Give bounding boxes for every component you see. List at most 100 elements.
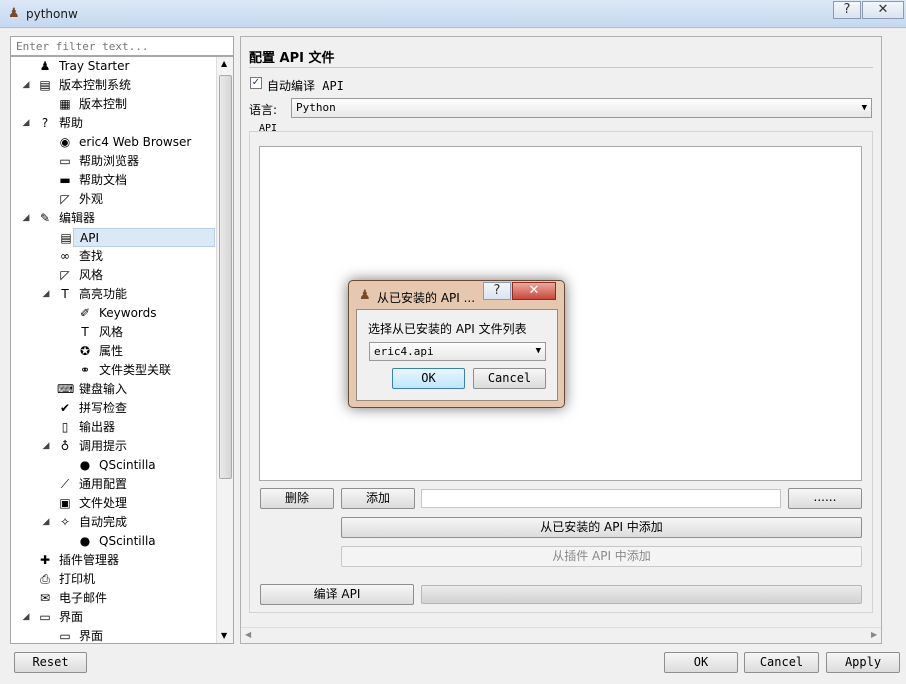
find-icon: ∞ [60, 249, 70, 263]
tree-item[interactable]: ▬ 帮助文档 [11, 171, 216, 190]
tree-item-label: 键盘输入 [79, 382, 128, 396]
tree-item[interactable]: ◢ ▤ 版本控制系统 [11, 76, 216, 95]
cancel-button[interactable]: Cancel [744, 652, 819, 673]
tree-item-label: 文件类型关联 [99, 363, 172, 377]
compile-progress-bar [421, 585, 862, 604]
help-button[interactable]: ? [833, 1, 861, 19]
tree-item-label: eric4 Web Browser [79, 135, 192, 149]
tree-item[interactable]: ✪ 属性 [11, 342, 216, 361]
language-select[interactable]: Python ▼ [291, 98, 872, 118]
installed-api-select[interactable]: eric4.api ▼ [369, 342, 546, 361]
tree-item[interactable]: ◢ ♁ 调用提示 [11, 437, 216, 456]
add-installed-api-button[interactable]: 从已安装的 API 中添加 [341, 517, 862, 538]
tree-item[interactable]: ✐ Keywords [11, 304, 216, 323]
tree-item[interactable]: ▣ 文件处理 [11, 494, 216, 513]
tree-expand-arrow[interactable]: ◢ [41, 513, 51, 532]
tree-expand-arrow[interactable]: ◢ [41, 285, 51, 304]
auto-compile-checkbox[interactable]: ✓ [250, 77, 262, 89]
tree-item[interactable]: ⎙ 打印机 [11, 570, 216, 589]
tree-expand-arrow[interactable]: ◢ [41, 437, 51, 456]
help-browser-icon: ▭ [59, 154, 71, 168]
tree-item[interactable]: ▤ API [60, 228, 215, 247]
tree-item-label: Tray Starter [59, 59, 130, 73]
tree-item-label: QScintilla [99, 458, 156, 472]
tree-item[interactable]: ◢ ▭ 界面 [11, 608, 216, 627]
database-icon: ▤ [39, 78, 51, 92]
dialog-ok-button[interactable]: OK [392, 368, 465, 389]
tree-item[interactable]: ◢ ✧ 自动完成 [11, 513, 216, 532]
add-button[interactable]: 添加 [341, 488, 415, 509]
horizontal-scrollbar[interactable]: ◀ ▶ [241, 627, 881, 643]
chevron-down-icon: ▼ [861, 103, 867, 113]
scroll-up-arrow[interactable]: ▲ [221, 59, 227, 68]
tree-item[interactable]: ♟ Tray Starter [11, 57, 216, 76]
tree-item-label: 风格 [99, 325, 124, 339]
keyboard-icon: ⌨ [57, 382, 75, 396]
api-path-input[interactable] [421, 489, 781, 508]
scroll-left-arrow[interactable]: ◀ [245, 630, 251, 639]
tree-item[interactable]: ◸ 风格 [11, 266, 216, 285]
tree-item[interactable]: ✉ 电子邮件 [11, 589, 216, 608]
ok-button[interactable]: OK [664, 652, 738, 673]
tree-item[interactable]: ⚭ 文件类型关联 [11, 361, 216, 380]
tree-item[interactable]: ▯ 输出器 [11, 418, 216, 437]
reset-button[interactable]: Reset [14, 652, 87, 673]
dialog-body: 选择从已安装的 API 文件列表 eric4.api ▼ OK Cancel [356, 309, 558, 401]
filetypes-icon: ⚭ [79, 363, 91, 377]
apply-button[interactable]: Apply [826, 652, 900, 673]
close-button[interactable]: ✕ [862, 1, 904, 19]
language-value: Python [296, 101, 336, 114]
editor-icon: ✎ [39, 211, 51, 225]
filter-input[interactable] [10, 36, 234, 56]
person-icon: ♟ [39, 59, 51, 73]
tree-expand-arrow[interactable]: ◢ [21, 76, 31, 95]
tree-item-label: Keywords [99, 306, 157, 320]
compile-api-button[interactable]: 编译 API [260, 584, 414, 605]
tree-item[interactable]: ● QScintilla [11, 532, 216, 551]
tree-item[interactable]: ◸ 外观 [11, 190, 216, 209]
tree-item[interactable]: ◢ T 高亮功能 [11, 285, 216, 304]
tree-item-label: 查找 [79, 249, 104, 263]
tree-item[interactable]: ◉ eric4 Web Browser [11, 133, 216, 152]
app-icon: ♟ [8, 6, 20, 21]
interface-icon: ▭ [39, 610, 51, 624]
tree-item[interactable]: ◢ ✎ 编辑器 [11, 209, 216, 228]
tree-item[interactable]: ∞ 查找 [11, 247, 216, 266]
config-tree[interactable]: ♟ Tray Starter ◢ ▤ 版本控制系统 ▦ 版本控制 ◢? 帮助 ◉ eric4 Web… [10, 56, 234, 644]
tree-item[interactable]: ◢? 帮助 [11, 114, 216, 133]
tree-item[interactable]: ▭ 界面 [11, 627, 216, 643]
tree-item[interactable]: ✔ 拼写检查 [11, 399, 216, 418]
tree-scrollbar[interactable]: ▲ ▼ [216, 57, 233, 643]
tree-expand-arrow[interactable]: ◢ [21, 209, 31, 228]
tree-item[interactable]: ⟋ 通用配置 [11, 475, 216, 494]
tree-item[interactable]: T 风格 [11, 323, 216, 342]
scroll-thumb[interactable] [219, 75, 232, 479]
tree-item-label: 电子邮件 [59, 591, 108, 605]
appearance-icon: ◸ [60, 192, 70, 206]
help-icon: ? [41, 116, 49, 130]
general-icon: ⟋ [60, 477, 70, 491]
tree-item[interactable]: ▭ 帮助浏览器 [11, 152, 216, 171]
tree-item-label: 风格 [79, 268, 104, 282]
tree-item[interactable]: ⌨ 键盘输入 [11, 380, 216, 399]
tree-item-label: 调用提示 [79, 439, 128, 453]
browse-button[interactable]: ...... [788, 488, 862, 509]
delete-button[interactable]: 删除 [260, 488, 334, 509]
tree-item[interactable]: ✚ 插件管理器 [11, 551, 216, 570]
dialog-cancel-button[interactable]: Cancel [473, 368, 546, 389]
dialog-help-button[interactable]: ? [483, 282, 511, 300]
autocomplete-icon: ✧ [59, 515, 71, 529]
tree-item[interactable]: ▦ 版本控制 [11, 95, 216, 114]
dialog-close-button[interactable]: ✕ [512, 282, 556, 300]
email-icon: ✉ [39, 591, 51, 605]
add-plugin-api-button[interactable]: 从插件 API 中添加 [341, 546, 862, 567]
installed-api-value: eric4.api [374, 345, 434, 358]
scroll-right-arrow[interactable]: ▶ [871, 630, 877, 639]
tree-item-label: 文件处理 [79, 496, 128, 510]
tree-item-label: 帮助浏览器 [79, 154, 140, 168]
tree-expand-arrow[interactable]: ◢ [21, 114, 31, 133]
scroll-down-arrow[interactable]: ▼ [221, 631, 227, 640]
tree-expand-arrow[interactable]: ◢ [21, 608, 31, 627]
tree-item[interactable]: ● QScintilla [11, 456, 216, 475]
qscintilla-icon: ● [79, 458, 91, 472]
